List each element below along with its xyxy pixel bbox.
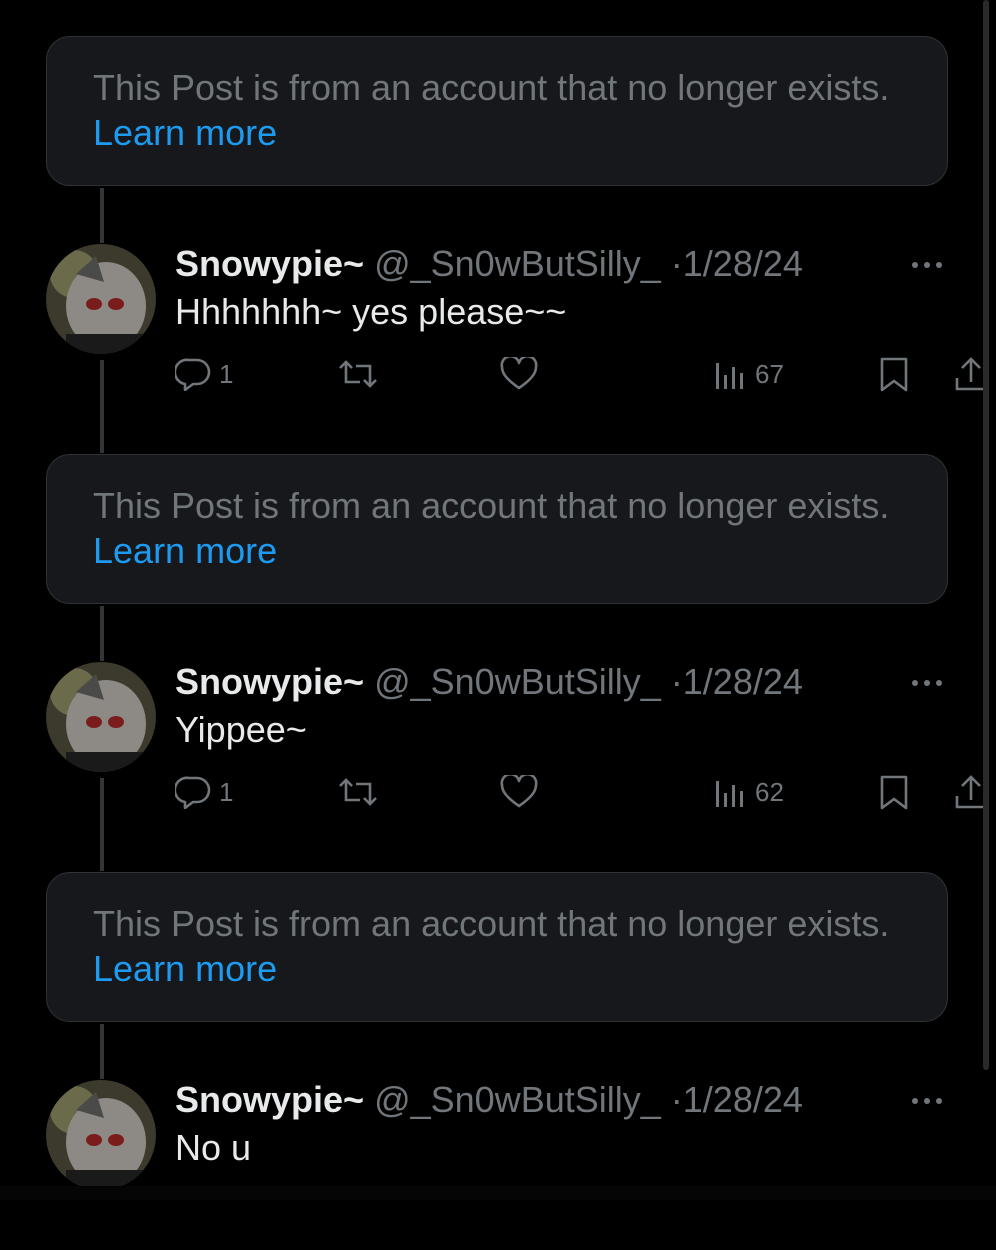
post-date[interactable]: 1/28/24 bbox=[683, 1079, 803, 1120]
repost-icon bbox=[338, 358, 378, 390]
notice-text: This Post is from an account that no lon… bbox=[93, 903, 890, 944]
avatar[interactable] bbox=[46, 1080, 156, 1190]
avatar[interactable] bbox=[46, 662, 156, 772]
notice-text: This Post is from an account that no lon… bbox=[93, 485, 890, 526]
user-handle[interactable]: @_Sn0wButSilly_ bbox=[374, 1079, 661, 1120]
separator-dot: · bbox=[670, 661, 683, 702]
view-count: 67 bbox=[755, 358, 784, 389]
thread-line bbox=[100, 1024, 104, 1079]
display-name[interactable]: Snowypie~ bbox=[175, 1079, 364, 1120]
repost-button[interactable] bbox=[338, 772, 378, 812]
post-text: Hhhhhhh~ yes please~~ bbox=[175, 291, 567, 332]
post[interactable]: Snowypie~ @_Sn0wButSilly_ ·1/28/24 Yippe… bbox=[46, 662, 987, 832]
like-button[interactable] bbox=[500, 772, 538, 812]
bookmark-icon bbox=[879, 356, 909, 392]
like-icon bbox=[500, 357, 538, 391]
reply-icon bbox=[175, 357, 211, 391]
post-header: Snowypie~ @_Sn0wButSilly_ ·1/28/24 bbox=[175, 244, 803, 284]
post[interactable]: Snowypie~ @_Sn0wButSilly_ ·1/28/24 Hhhhh… bbox=[46, 244, 987, 414]
repost-button[interactable] bbox=[338, 354, 378, 394]
more-icon[interactable] bbox=[910, 258, 944, 270]
views-icon bbox=[713, 777, 747, 807]
views-button[interactable]: 67 bbox=[713, 354, 784, 394]
views-button[interactable]: 62 bbox=[713, 772, 784, 812]
separator-dot: · bbox=[670, 243, 683, 284]
thread-line bbox=[100, 188, 104, 243]
bookmark-icon bbox=[879, 774, 909, 810]
scrollbar[interactable] bbox=[983, 0, 989, 1070]
reply-button[interactable]: 1 bbox=[175, 772, 233, 812]
unavailable-post-notice: This Post is from an account that no lon… bbox=[46, 872, 948, 1022]
repost-icon bbox=[338, 776, 378, 808]
post-text: No u bbox=[175, 1127, 252, 1168]
like-button[interactable] bbox=[500, 354, 538, 394]
post-actions: 1 67 bbox=[175, 354, 987, 394]
bookmark-button[interactable] bbox=[879, 354, 909, 394]
bottom-edge bbox=[0, 1186, 996, 1200]
reply-count: 1 bbox=[219, 358, 234, 389]
learn-more-link[interactable]: Learn more bbox=[93, 948, 277, 989]
reply-button[interactable]: 1 bbox=[175, 354, 233, 394]
post-header: Snowypie~ @_Sn0wButSilly_ ·1/28/24 bbox=[175, 1080, 803, 1120]
separator-dot: · bbox=[670, 1079, 683, 1120]
bookmark-button[interactable] bbox=[879, 772, 909, 812]
view-count: 62 bbox=[755, 776, 784, 807]
user-handle[interactable]: @_Sn0wButSilly_ bbox=[374, 661, 661, 702]
post-date[interactable]: 1/28/24 bbox=[683, 243, 803, 284]
more-icon[interactable] bbox=[910, 1094, 944, 1106]
post-header: Snowypie~ @_Sn0wButSilly_ ·1/28/24 bbox=[175, 662, 803, 702]
unavailable-post-notice: This Post is from an account that no lon… bbox=[46, 454, 948, 604]
user-handle[interactable]: @_Sn0wButSilly_ bbox=[374, 243, 661, 284]
reply-count: 1 bbox=[219, 776, 234, 807]
avatar[interactable] bbox=[46, 244, 156, 354]
learn-more-link[interactable]: Learn more bbox=[93, 112, 277, 153]
thread-line bbox=[100, 606, 104, 661]
unavailable-post-notice: This Post is from an account that no lon… bbox=[46, 36, 948, 186]
post-text: Yippee~ bbox=[175, 709, 307, 750]
learn-more-link[interactable]: Learn more bbox=[93, 530, 277, 571]
display-name[interactable]: Snowypie~ bbox=[175, 243, 364, 284]
post-actions: 1 62 bbox=[175, 772, 987, 812]
display-name[interactable]: Snowypie~ bbox=[175, 661, 364, 702]
post[interactable]: Snowypie~ @_Sn0wButSilly_ ·1/28/24 No u bbox=[46, 1080, 948, 1250]
notice-text: This Post is from an account that no lon… bbox=[93, 67, 890, 108]
views-icon bbox=[713, 359, 747, 389]
more-icon[interactable] bbox=[910, 676, 944, 688]
reply-icon bbox=[175, 775, 211, 809]
like-icon bbox=[500, 775, 538, 809]
post-date[interactable]: 1/28/24 bbox=[683, 661, 803, 702]
